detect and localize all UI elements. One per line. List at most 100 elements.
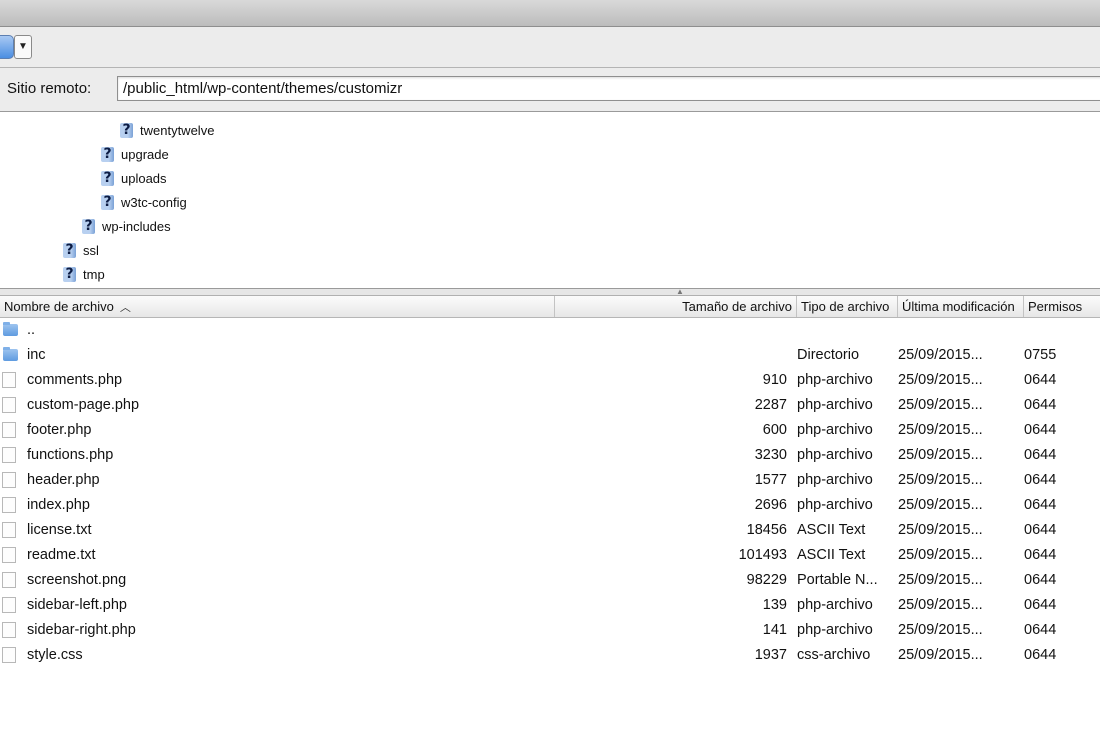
column-header-name[interactable]: Nombre de archivo ︿ (0, 296, 555, 317)
column-header-modified-label: Última modificación (902, 299, 1015, 314)
chevron-down-icon: ▼ (18, 41, 28, 52)
file-row[interactable]: screenshot.png 98229 Portable N... 25/09… (0, 568, 1100, 593)
file-permissions: 0644 (1024, 547, 1057, 563)
file-size: 910 (762, 372, 787, 388)
file-row[interactable]: inc Directorio 25/09/2015... 0755 (0, 343, 1100, 368)
file-icon (2, 522, 16, 538)
tree-item-uploads[interactable]: uploads (101, 168, 167, 188)
column-header-size[interactable]: Tamaño de archivo (555, 296, 797, 317)
file-size: 101493 (738, 547, 787, 563)
file-icon (2, 372, 16, 388)
file-row[interactable]: style.css 1937 css-archivo 25/09/2015...… (0, 643, 1100, 668)
file-row[interactable]: custom-page.php 2287 php-archivo 25/09/2… (0, 393, 1100, 418)
tree-item-wp-includes[interactable]: wp-includes (82, 216, 171, 236)
file-icon (2, 422, 16, 438)
file-modified: 25/09/2015... (898, 472, 983, 488)
file-type: ASCII Text (797, 547, 866, 563)
file-name: sidebar-right.php (27, 622, 136, 638)
file-permissions: 0644 (1024, 497, 1057, 513)
tree-item-label: uploads (121, 170, 167, 186)
file-icon (2, 572, 16, 588)
unknown-folder-icon (120, 122, 133, 138)
file-row[interactable]: functions.php 3230 php-archivo 25/09/201… (0, 443, 1100, 468)
file-modified: 25/09/2015... (898, 547, 983, 563)
remote-directory-tree[interactable]: ‾‾‾‾‾‾‾‾‾‾ twentytwelve upgrade uploads … (0, 112, 1100, 288)
unknown-folder-icon (82, 218, 95, 234)
file-row[interactable]: license.txt 18456 ASCII Text 25/09/2015.… (0, 518, 1100, 543)
file-permissions: 0755 (1024, 347, 1057, 363)
unknown-folder-icon (63, 242, 76, 258)
column-header-permissions-label: Permisos (1028, 299, 1083, 314)
tree-item-ssl[interactable]: ssl (63, 240, 99, 260)
column-header-name-label: Nombre de archivo (4, 299, 114, 314)
column-header-permissions[interactable]: Permisos (1024, 296, 1100, 317)
remote-path-input[interactable]: /public_html/wp-content/themes/customizr (117, 76, 1100, 101)
file-permissions: 0644 (1024, 422, 1057, 438)
file-icon (2, 622, 16, 638)
file-row[interactable]: sidebar-right.php 141 php-archivo 25/09/… (0, 618, 1100, 643)
file-name: header.php (27, 472, 100, 488)
unknown-folder-icon (101, 194, 114, 210)
unknown-folder-icon (101, 146, 114, 162)
file-size: 1577 (754, 472, 787, 488)
file-name: custom-page.php (27, 397, 140, 413)
file-name: footer.php (27, 422, 92, 438)
unknown-folder-icon (101, 170, 114, 186)
file-size: 600 (762, 422, 787, 438)
column-header-type[interactable]: Tipo de archivo (797, 296, 898, 317)
window-titlebar (0, 0, 1100, 27)
toolbar: ▼ (0, 27, 1100, 68)
file-name: license.txt (27, 522, 92, 538)
file-row[interactable]: sidebar-left.php 139 php-archivo 25/09/2… (0, 593, 1100, 618)
file-type: php-archivo (797, 472, 873, 488)
tree-item-label: ssl (83, 242, 99, 258)
tree-item-w3tc-config[interactable]: w3tc-config (101, 192, 187, 212)
file-modified: 25/09/2015... (898, 647, 983, 663)
file-permissions: 0644 (1024, 447, 1057, 463)
file-modified: 25/09/2015... (898, 522, 983, 538)
file-permissions: 0644 (1024, 472, 1057, 488)
file-name: screenshot.png (27, 572, 127, 588)
remote-site-label: Sitio remoto: (7, 80, 92, 97)
file-type: php-archivo (797, 597, 873, 613)
splitter-grip-icon: ▲ (676, 287, 684, 296)
file-row[interactable]: readme.txt 101493 ASCII Text 25/09/2015.… (0, 543, 1100, 568)
tree-item-label: twentytwelve (140, 122, 215, 138)
file-name: style.css (27, 647, 83, 663)
tree-item-twentytwelve[interactable]: twentytwelve (120, 120, 214, 140)
file-row[interactable]: index.php 2696 php-archivo 25/09/2015...… (0, 493, 1100, 518)
file-row[interactable]: footer.php 600 php-archivo 25/09/2015...… (0, 418, 1100, 443)
remote-file-list[interactable]: .. inc Directorio 25/09/2015... 0755 com… (0, 318, 1100, 747)
tree-item-label: wp-includes (102, 218, 171, 234)
pane-splitter[interactable]: ▲ (0, 287, 1100, 296)
file-icon (2, 397, 16, 413)
file-permissions: 0644 (1024, 522, 1057, 538)
file-icon (2, 647, 16, 663)
file-name: .. (27, 322, 36, 338)
file-type: php-archivo (797, 422, 873, 438)
tree-item-tmp[interactable]: tmp (63, 264, 105, 284)
folder-icon (3, 322, 18, 336)
file-modified: 25/09/2015... (898, 347, 983, 363)
file-type: php-archivo (797, 622, 873, 638)
column-header-size-label: Tamaño de archivo (682, 299, 792, 314)
file-size: 98229 (746, 572, 787, 588)
file-row[interactable]: .. (0, 318, 1100, 343)
site-manager-button[interactable] (0, 35, 14, 59)
file-permissions: 0644 (1024, 397, 1057, 413)
column-header-modified[interactable]: Última modificación (898, 296, 1024, 317)
tree-item-label: upgrade (121, 146, 169, 162)
file-permissions: 0644 (1024, 622, 1057, 638)
file-permissions: 0644 (1024, 597, 1057, 613)
file-size: 139 (762, 597, 787, 613)
file-size: 2287 (754, 397, 787, 413)
file-row[interactable]: header.php 1577 php-archivo 25/09/2015..… (0, 468, 1100, 493)
file-modified: 25/09/2015... (898, 572, 983, 588)
file-modified: 25/09/2015... (898, 397, 983, 413)
file-type: php-archivo (797, 497, 873, 513)
file-name: readme.txt (27, 547, 96, 563)
site-manager-dropdown[interactable]: ▼ (14, 35, 32, 59)
file-row[interactable]: comments.php 910 php-archivo 25/09/2015.… (0, 368, 1100, 393)
file-name: index.php (27, 497, 90, 513)
tree-item-upgrade[interactable]: upgrade (101, 144, 169, 164)
